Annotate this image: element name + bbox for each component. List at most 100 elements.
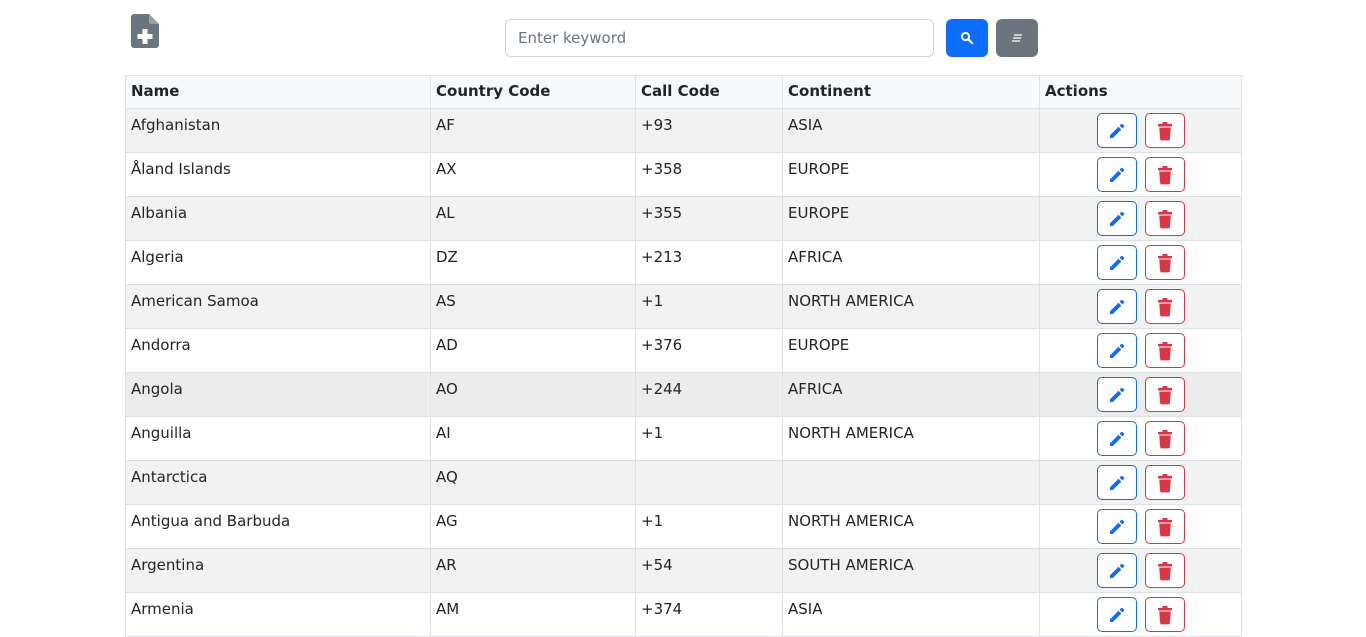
cell-actions — [1039, 372, 1242, 417]
column-header-continent: Continent — [782, 75, 1040, 109]
pencil-icon — [1109, 387, 1124, 402]
trash-icon — [1157, 165, 1172, 184]
delete-button[interactable] — [1144, 465, 1185, 500]
cell-continent: EUROPE — [782, 152, 1040, 197]
cell-name: American Samoa — [125, 284, 431, 329]
cell-continent: ASIA — [782, 592, 1040, 637]
trash-icon — [1157, 473, 1172, 492]
pencil-icon — [1109, 431, 1124, 446]
edit-button[interactable] — [1096, 201, 1137, 236]
cell-country-code: AR — [430, 548, 636, 593]
file-plus-icon — [131, 14, 159, 48]
cell-country-code: AL — [430, 196, 636, 241]
edit-button[interactable] — [1096, 289, 1137, 324]
cell-call-code: +374 — [635, 592, 783, 637]
edit-button[interactable] — [1096, 113, 1137, 148]
trash-icon — [1157, 121, 1172, 140]
cell-country-code: AG — [430, 504, 636, 549]
table-row: Andorra AD +376 EUROPE — [125, 328, 1242, 373]
delete-button[interactable] — [1144, 157, 1185, 192]
cell-name: Albania — [125, 196, 431, 241]
pencil-icon — [1109, 167, 1124, 182]
cell-country-code: AX — [430, 152, 636, 197]
cell-actions — [1039, 284, 1242, 329]
edit-button[interactable] — [1096, 553, 1137, 588]
cell-name: Afghanistan — [125, 108, 431, 153]
table-row: Afghanistan AF +93 ASIA — [125, 108, 1242, 153]
pencil-icon — [1109, 299, 1124, 314]
cell-call-code: +1 — [635, 504, 783, 549]
delete-button[interactable] — [1144, 113, 1185, 148]
edit-button[interactable] — [1096, 509, 1137, 544]
table-header-row: Name Country Code Call Code Continent Ac… — [125, 75, 1242, 109]
cell-continent: NORTH AMERICA — [782, 416, 1040, 461]
eraser-icon — [1012, 34, 1022, 42]
trash-icon — [1157, 297, 1172, 316]
trash-icon — [1157, 605, 1172, 624]
table-row: Algeria DZ +213 AFRICA — [125, 240, 1242, 285]
trash-icon — [1157, 209, 1172, 228]
edit-button[interactable] — [1096, 421, 1137, 456]
cell-continent: ASIA — [782, 108, 1040, 153]
pencil-icon — [1109, 607, 1124, 622]
cell-country-code: AI — [430, 416, 636, 461]
table-row: Antigua and Barbuda AG +1 NORTH AMERICA — [125, 504, 1242, 549]
table-row: Anguilla AI +1 NORTH AMERICA — [125, 416, 1242, 461]
cell-actions — [1039, 240, 1242, 285]
cell-country-code: AF — [430, 108, 636, 153]
trash-icon — [1157, 561, 1172, 580]
delete-button[interactable] — [1144, 597, 1185, 632]
cell-country-code: DZ — [430, 240, 636, 285]
delete-button[interactable] — [1144, 333, 1185, 368]
delete-button[interactable] — [1144, 553, 1185, 588]
cell-country-code: AM — [430, 592, 636, 637]
trash-icon — [1157, 517, 1172, 536]
cell-call-code: +244 — [635, 372, 783, 417]
cell-call-code: +1 — [635, 284, 783, 329]
delete-button[interactable] — [1144, 245, 1185, 280]
cell-actions — [1039, 196, 1242, 241]
edit-button[interactable] — [1096, 597, 1137, 632]
cell-call-code: +213 — [635, 240, 783, 285]
edit-button[interactable] — [1096, 245, 1137, 280]
cell-name: Andorra — [125, 328, 431, 373]
delete-button[interactable] — [1144, 201, 1185, 236]
cell-call-code: +376 — [635, 328, 783, 373]
trash-icon — [1157, 429, 1172, 448]
cell-name: Algeria — [125, 240, 431, 285]
cell-call-code: +355 — [635, 196, 783, 241]
edit-button[interactable] — [1096, 157, 1137, 192]
column-header-call-code: Call Code — [635, 75, 783, 109]
cell-continent: NORTH AMERICA — [782, 504, 1040, 549]
cell-continent: AFRICA — [782, 372, 1040, 417]
cell-continent: EUROPE — [782, 328, 1040, 373]
table-row: Angola AO +244 AFRICA — [125, 372, 1242, 417]
edit-button[interactable] — [1096, 377, 1137, 412]
cell-country-code: AO — [430, 372, 636, 417]
delete-button[interactable] — [1144, 421, 1185, 456]
cell-call-code: +54 — [635, 548, 783, 593]
cell-continent: SOUTH AMERICA — [782, 548, 1040, 593]
pencil-icon — [1109, 475, 1124, 490]
cell-name: Anguilla — [125, 416, 431, 461]
edit-button[interactable] — [1096, 333, 1137, 368]
trash-icon — [1157, 385, 1172, 404]
search-input[interactable] — [505, 19, 934, 57]
delete-button[interactable] — [1144, 377, 1185, 412]
cell-call-code: +93 — [635, 108, 783, 153]
search-button[interactable] — [946, 19, 988, 57]
table-row: Åland Islands AX +358 EUROPE — [125, 152, 1242, 197]
clear-search-button[interactable] — [996, 19, 1038, 57]
pencil-icon — [1109, 123, 1124, 138]
pencil-icon — [1109, 255, 1124, 270]
add-country-button[interactable] — [131, 14, 159, 48]
trash-icon — [1157, 253, 1172, 272]
delete-button[interactable] — [1144, 509, 1185, 544]
cell-name: Armenia — [125, 592, 431, 637]
column-header-actions: Actions — [1039, 75, 1242, 109]
cell-actions — [1039, 504, 1242, 549]
cell-name: Argentina — [125, 548, 431, 593]
cell-actions — [1039, 592, 1242, 637]
edit-button[interactable] — [1096, 465, 1137, 500]
delete-button[interactable] — [1144, 289, 1185, 324]
